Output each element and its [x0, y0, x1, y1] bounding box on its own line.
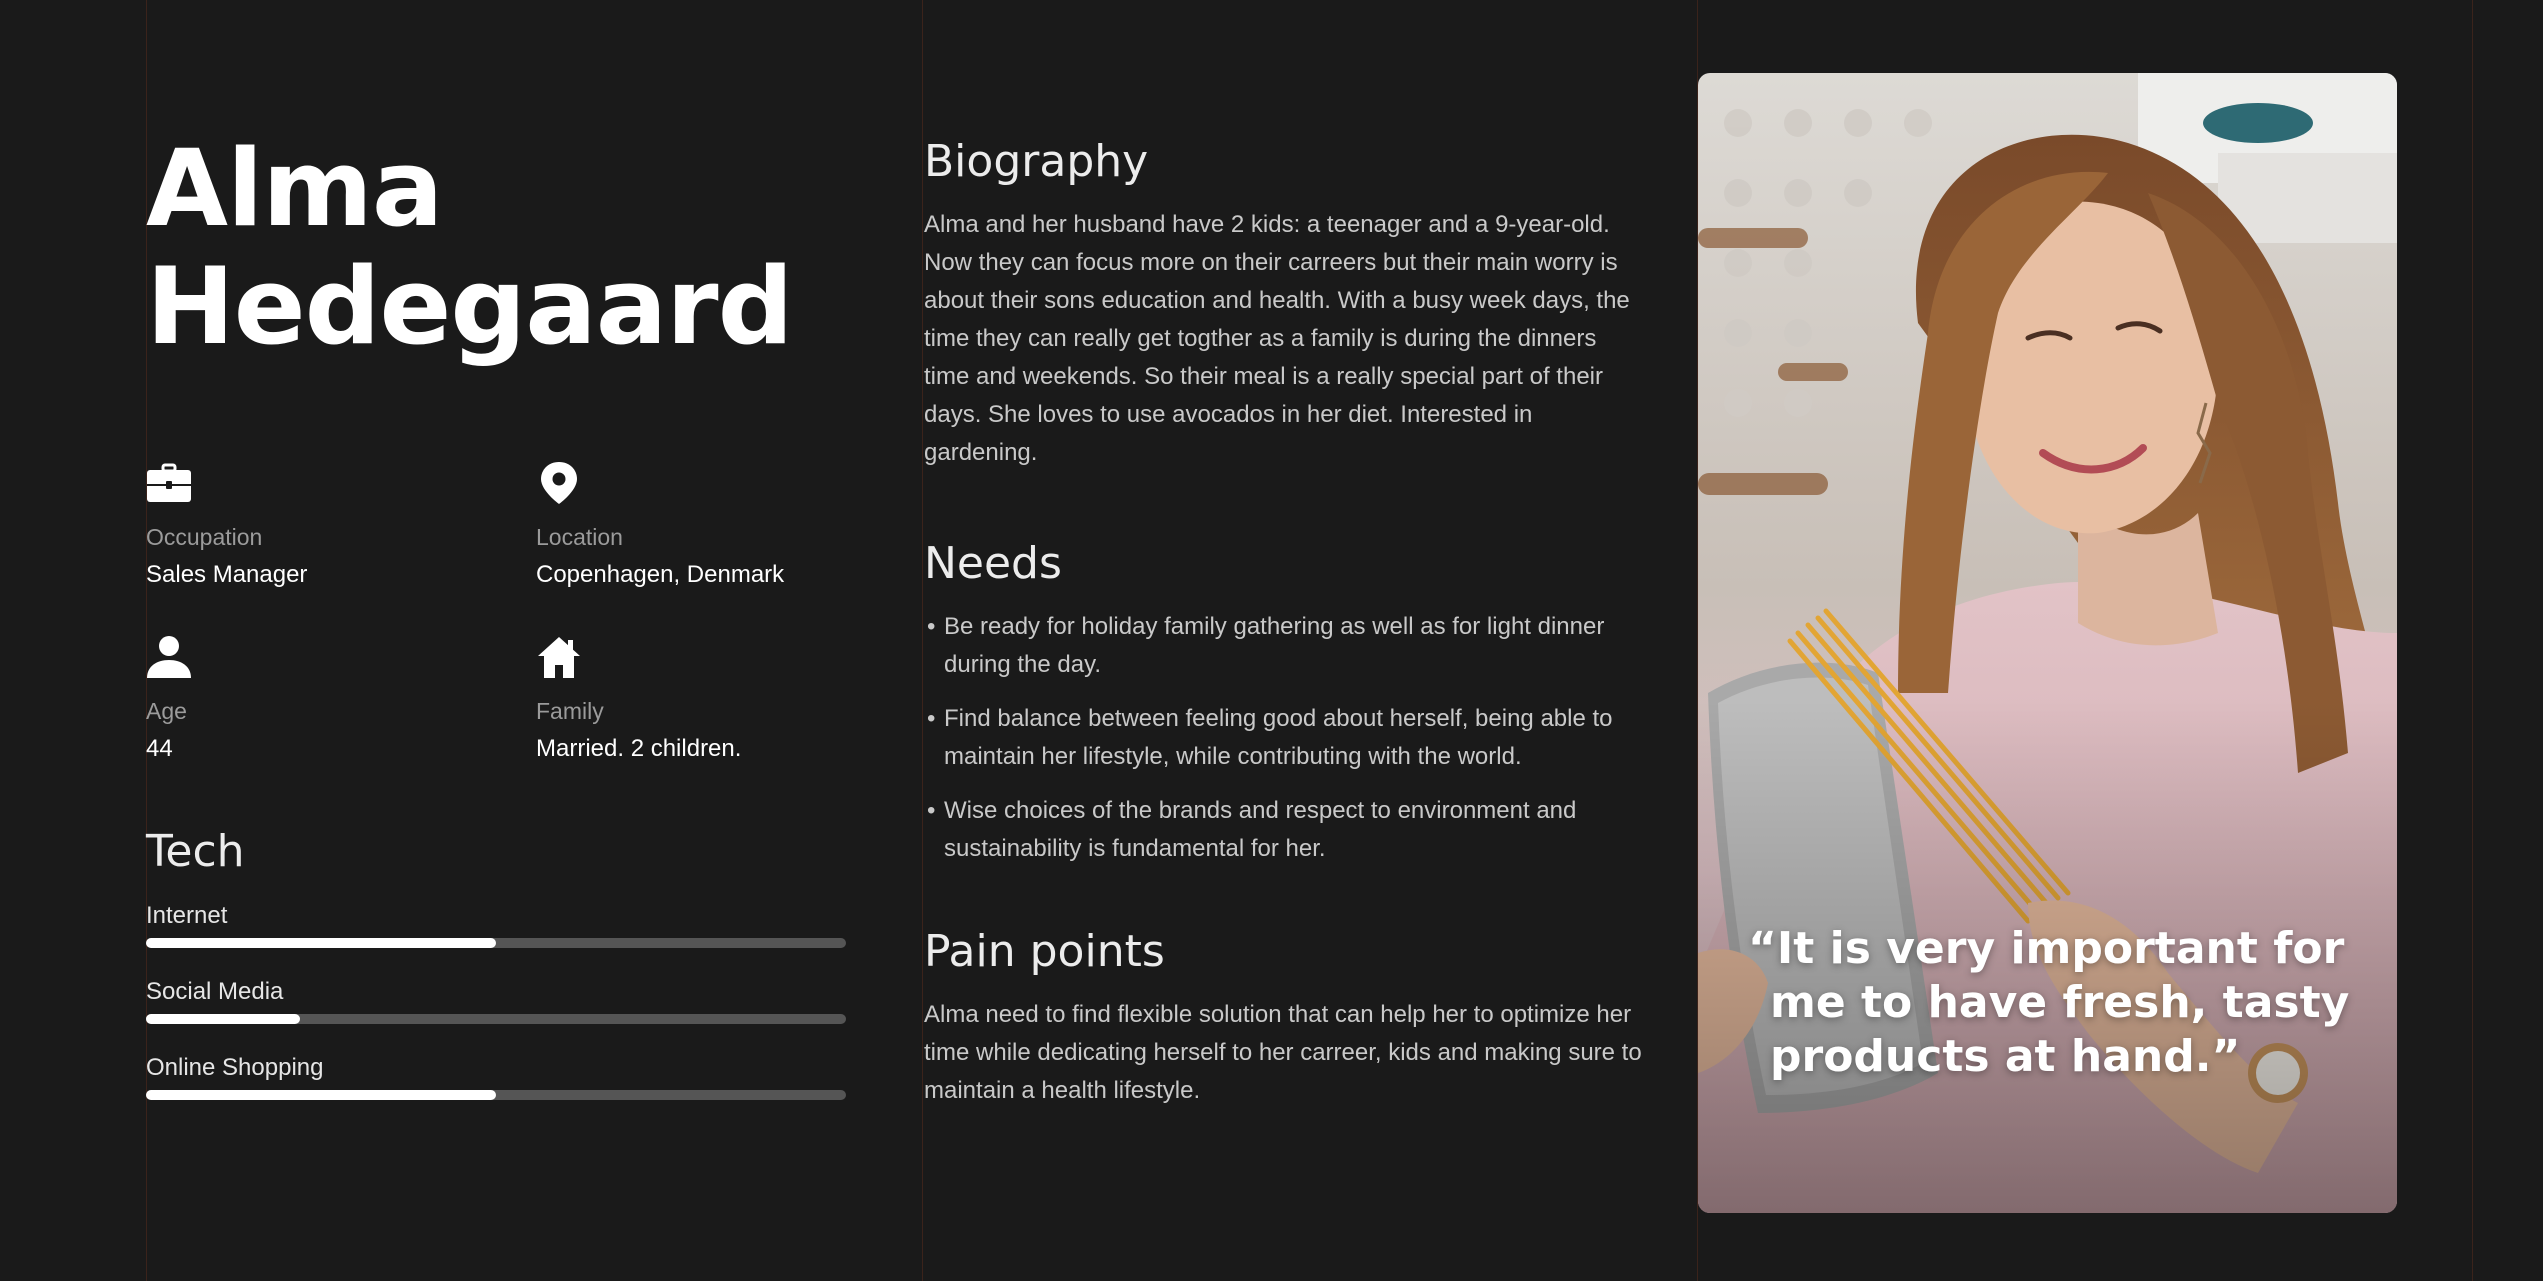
tech-bar-fill — [146, 1090, 496, 1100]
tech-title: Tech — [146, 826, 245, 877]
tech-item-label: Social Media — [146, 978, 284, 1005]
location-label: Location — [536, 524, 623, 550]
persona-quote: “It is very important for me to have fre… — [1748, 923, 2350, 1082]
tech-item-internet: Internet — [146, 902, 846, 948]
family-value: Married. 2 children. — [536, 735, 742, 762]
age-value: 44 — [146, 735, 173, 762]
persona-name: Alma Hedegaard — [146, 127, 793, 368]
needs-title: Needs — [924, 538, 1062, 589]
column-guide-4 — [2472, 0, 2473, 1281]
pain-points-title: Pain points — [924, 926, 1165, 977]
pain-points-text: Alma need to find flexible solution that… — [924, 1001, 1642, 1104]
age-block: Age 44 — [146, 634, 486, 763]
tech-bar-fill — [146, 1014, 300, 1024]
tech-item-social-media: Social Media — [146, 978, 846, 1024]
briefcase-icon — [147, 463, 191, 502]
needs-item: Wise choices of the brands and respect t… — [924, 792, 1644, 868]
age-label: Age — [146, 698, 187, 724]
map-pin-icon — [541, 462, 577, 504]
tech-bar-track — [146, 1014, 846, 1024]
tech-item-label: Internet — [146, 902, 228, 929]
tech-item-label: Online Shopping — [146, 1054, 324, 1081]
persona-last-name: Hedegaard — [146, 245, 793, 368]
occupation-block: Occupation Sales Manager — [146, 460, 486, 589]
biography-title: Biography — [924, 136, 1149, 187]
location-value: Copenhagen, Denmark — [536, 561, 785, 588]
needs-item: Find balance between feeling good about … — [924, 700, 1644, 776]
needs-list: Be ready for holiday family gathering as… — [924, 608, 1644, 884]
family-label: Family — [536, 698, 604, 724]
persona-first-name: Alma — [146, 127, 443, 250]
needs-item: Be ready for holiday family gathering as… — [924, 608, 1644, 684]
user-icon — [147, 636, 191, 678]
tech-item-online-shopping: Online Shopping — [146, 1054, 846, 1100]
tech-bar-track — [146, 1090, 846, 1100]
occupation-value: Sales Manager — [146, 561, 308, 588]
occupation-label: Occupation — [146, 524, 263, 550]
biography-text: Alma and her husband have 2 kids: a teen… — [924, 211, 1630, 466]
location-block: Location Copenhagen, Denmark — [536, 460, 876, 589]
tech-bar-track — [146, 938, 846, 948]
home-icon — [538, 637, 580, 678]
column-guide-2 — [922, 0, 923, 1281]
tech-bar-fill — [146, 938, 496, 948]
family-block: Family Married. 2 children. — [536, 634, 876, 763]
